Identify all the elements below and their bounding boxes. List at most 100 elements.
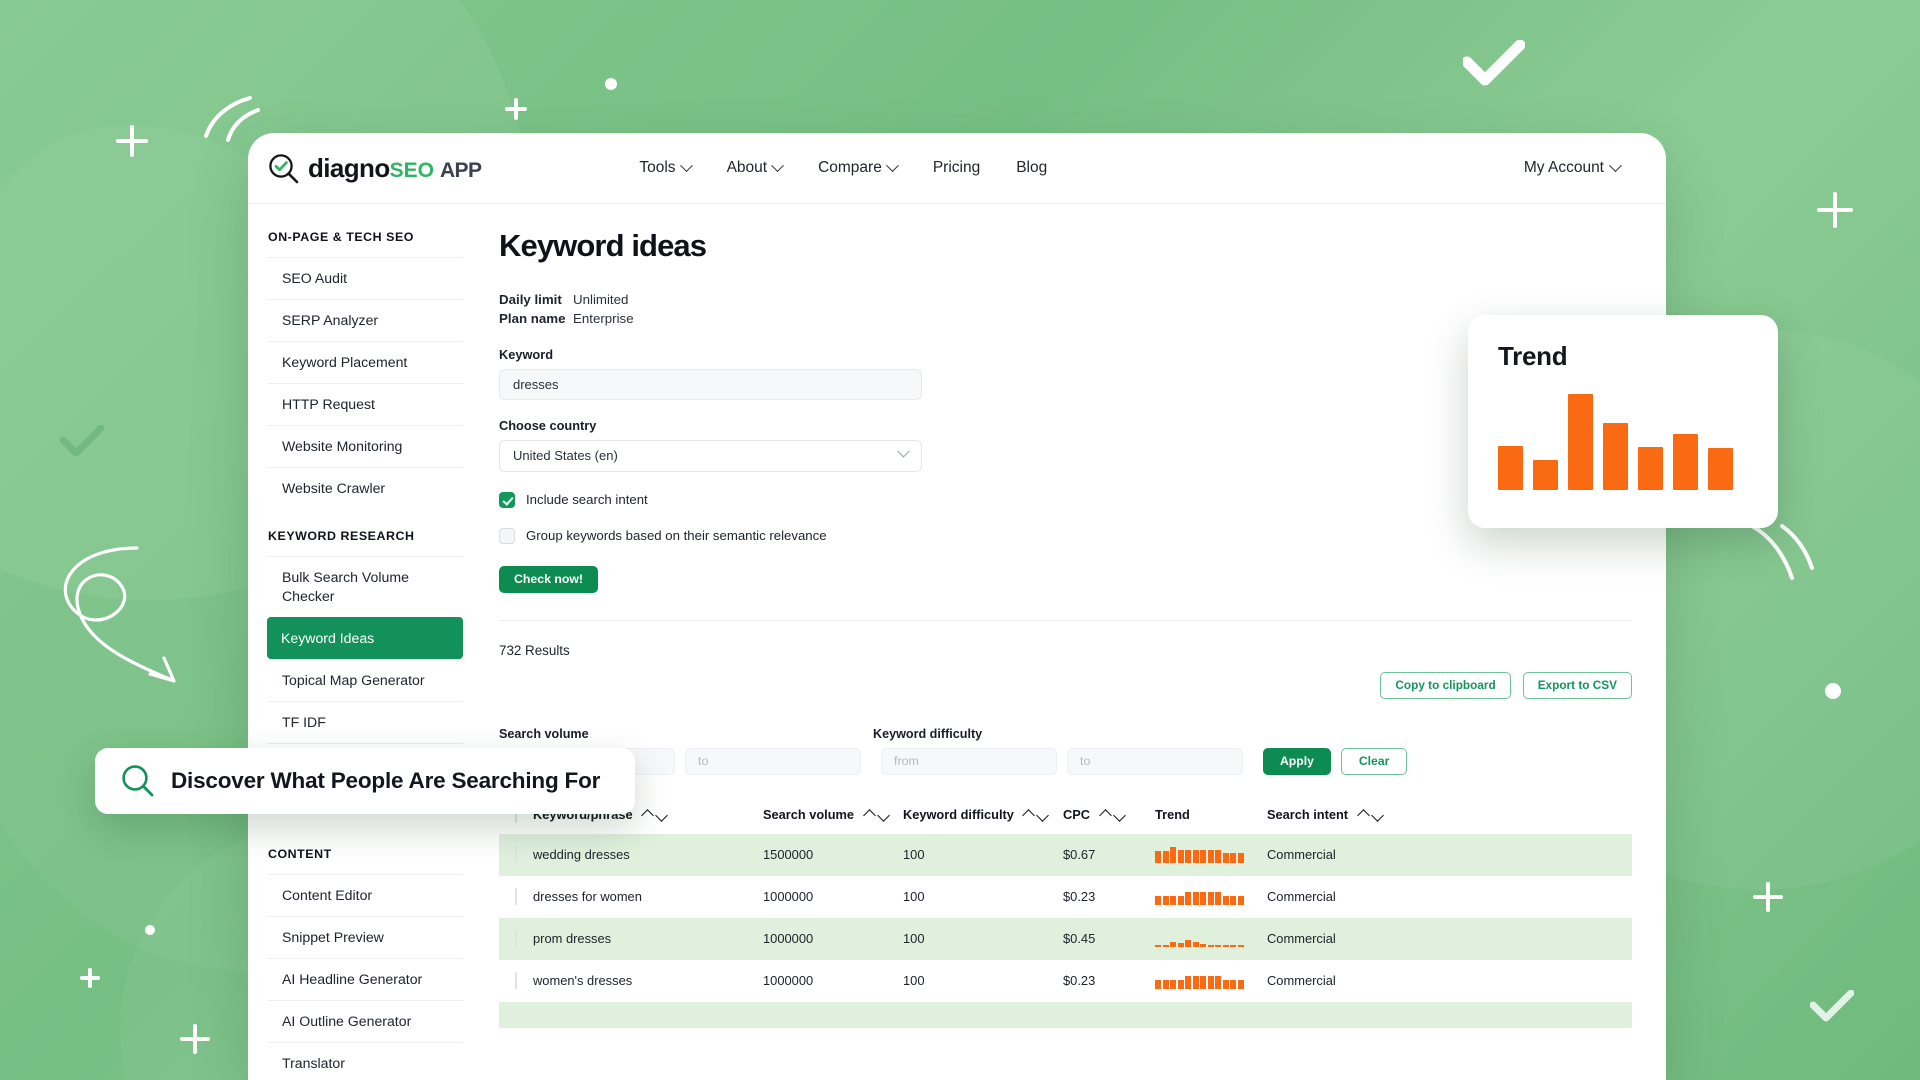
filter-label-search-volume: Search volume <box>499 726 589 741</box>
sidebar-item-tf-idf[interactable]: TF IDF <box>268 701 463 743</box>
sort-asc-icon[interactable] <box>1098 808 1112 822</box>
nav-item-compare[interactable]: Compare <box>818 158 899 177</box>
apply-filters-button[interactable]: Apply <box>1263 747 1331 775</box>
sidebar-group-title: CONTENT <box>268 847 332 862</box>
plus-icon <box>116 125 148 157</box>
my-account-menu[interactable]: My Account <box>1523 158 1622 177</box>
sidebar-item-translator[interactable]: Translator <box>268 1042 463 1080</box>
group-keywords-checkbox[interactable] <box>499 527 515 544</box>
table-row[interactable]: women's dresses 1000000 100 $0.23 Commer… <box>499 960 1632 1002</box>
burst-lines-icon <box>204 96 260 142</box>
logo[interactable]: diagno SEO APP <box>268 152 482 184</box>
results-count: 732 Results <box>499 642 570 658</box>
sidebar-item-ai-outline-generator[interactable]: AI Outline Generator <box>268 1000 463 1042</box>
keyword-results-table: Keyword/phrase Search volume Keyword dif… <box>499 797 1632 1028</box>
sidebar-item-http-request[interactable]: HTTP Request <box>268 383 463 425</box>
row-checkbox[interactable] <box>515 888 517 906</box>
logo-text-primary: diagno <box>308 152 390 183</box>
sidebar-item-bulk-search-volume-checker[interactable]: Bulk Search Volume Checker <box>268 556 463 617</box>
dot-icon <box>1825 683 1841 699</box>
check-icon <box>60 425 104 457</box>
chevron-down-icon <box>1609 158 1622 172</box>
cell-trend <box>1155 960 1267 1002</box>
dot-icon <box>145 925 155 935</box>
check-icon <box>1463 40 1525 86</box>
sidebar-item-website-crawler[interactable]: Website Crawler <box>268 467 463 509</box>
sidebar-item-ai-headline-generator[interactable]: AI Headline Generator <box>268 958 463 1000</box>
volume-to-input[interactable]: to <box>685 747 861 775</box>
header-search-intent: Search intent <box>1267 797 1632 834</box>
sidebar-item-website-monitoring[interactable]: Website Monitoring <box>268 425 463 467</box>
copy-to-clipboard-button[interactable]: Copy to clipboard <box>1380 671 1511 699</box>
row-checkbox[interactable] <box>515 930 517 948</box>
filter-label-keyword-difficulty: Keyword difficulty <box>873 726 983 741</box>
include-search-intent-checkbox[interactable] <box>499 491 515 508</box>
nav-item-about[interactable]: About <box>727 158 784 177</box>
sort-desc-icon[interactable] <box>1370 808 1384 822</box>
cell-keyword: dresses for women <box>533 889 642 905</box>
sort-desc-icon[interactable] <box>1112 808 1126 822</box>
table-header-row: Keyword/phrase Search volume Keyword dif… <box>499 797 1632 834</box>
header-label: CPC <box>1063 806 1091 822</box>
cell-intent: Commercial <box>1267 917 1632 960</box>
check-now-button[interactable]: Check now! <box>499 565 599 593</box>
table-row[interactable]: dresses for women 1000000 100 $0.23 Comm… <box>499 876 1632 918</box>
cell-trend <box>1155 917 1267 960</box>
plus-icon <box>1753 882 1783 912</box>
keyword-input[interactable]: dresses <box>499 368 922 400</box>
cell-intent: Commercial <box>1267 833 1632 876</box>
cell-intent: Commercial <box>1267 889 1336 905</box>
my-account-label: My Account <box>1523 159 1604 176</box>
cell-cpc: $0.23 <box>1063 889 1096 905</box>
sidebar-item-seo-audit[interactable]: SEO Audit <box>268 257 463 299</box>
cell-volume: 1500000 <box>763 833 903 876</box>
difficulty-from-input[interactable]: from <box>881 747 1057 775</box>
sparkline-0 <box>1155 846 1267 863</box>
table-row[interactable] <box>499 1001 1632 1028</box>
cell-intent: Commercial <box>1267 973 1336 989</box>
include-search-intent-row[interactable]: Include search intent <box>499 491 1632 508</box>
magnifier-check-icon <box>268 153 299 184</box>
header-label: Search intent <box>1267 806 1349 822</box>
divider <box>499 619 1632 621</box>
sidebar-item-topical-map-generator[interactable]: Topical Map Generator <box>268 659 463 701</box>
cell-keyword: prom dresses <box>533 917 763 960</box>
row-checkbox[interactable] <box>515 846 517 864</box>
difficulty-to-input[interactable]: to <box>1067 747 1243 775</box>
clear-filters-button[interactable]: Clear <box>1340 747 1408 775</box>
app-window: diagno SEO APP Tools About Compare Pricing… <box>248 133 1666 1080</box>
sort-desc-icon[interactable] <box>876 808 890 822</box>
sidebar-item-snippet-preview[interactable]: Snippet Preview <box>268 916 463 958</box>
sidebar-item-content-editor[interactable]: Content Editor <box>268 874 463 916</box>
nav-item-pricing[interactable]: Pricing <box>933 159 980 177</box>
plan-name-label: Plan name <box>499 311 566 327</box>
nav-label: Pricing <box>932 159 981 176</box>
sort-desc-icon[interactable] <box>1036 808 1050 822</box>
daily-limit-value: Unlimited <box>573 292 629 307</box>
sidebar-item-keyword-placement[interactable]: Keyword Placement <box>268 341 463 383</box>
curved-arrow-icon <box>63 546 176 683</box>
sort-asc-icon[interactable] <box>1356 808 1370 822</box>
cell-difficulty: 100 <box>903 833 1063 876</box>
table-row[interactable]: wedding dresses 1500000 100 $0.67 Commer… <box>499 833 1632 876</box>
sidebar-item-keyword-ideas[interactable]: Keyword Ideas <box>267 617 463 660</box>
sort-asc-icon[interactable] <box>641 808 655 822</box>
export-to-csv-button[interactable]: Export to CSV <box>1522 671 1632 699</box>
row-checkbox[interactable] <box>515 972 517 990</box>
nav-label: Compare <box>818 159 882 176</box>
sort-asc-icon[interactable] <box>1022 808 1036 822</box>
nav-label: Tools <box>639 159 676 176</box>
sort-asc-icon[interactable] <box>862 808 876 822</box>
nav-item-tools[interactable]: Tools <box>639 158 693 177</box>
group-keywords-row[interactable]: Group keywords based on their semantic r… <box>499 527 1632 544</box>
nav-item-blog[interactable]: Blog <box>1016 159 1047 177</box>
country-select[interactable]: United States (en) <box>499 439 922 472</box>
sort-desc-icon[interactable] <box>655 808 669 822</box>
sparkline-1 <box>1155 889 1267 905</box>
country-field-label: Choose country <box>499 417 597 433</box>
cell-keyword: wedding dresses <box>533 833 763 876</box>
check-icon <box>1810 990 1854 1022</box>
table-row[interactable]: prom dresses 1000000 100 $0.45 Commercia… <box>499 917 1632 960</box>
sidebar-item-serp-analyzer[interactable]: SERP Analyzer <box>268 299 463 341</box>
trend-highlight-card: Trend <box>1468 315 1778 528</box>
